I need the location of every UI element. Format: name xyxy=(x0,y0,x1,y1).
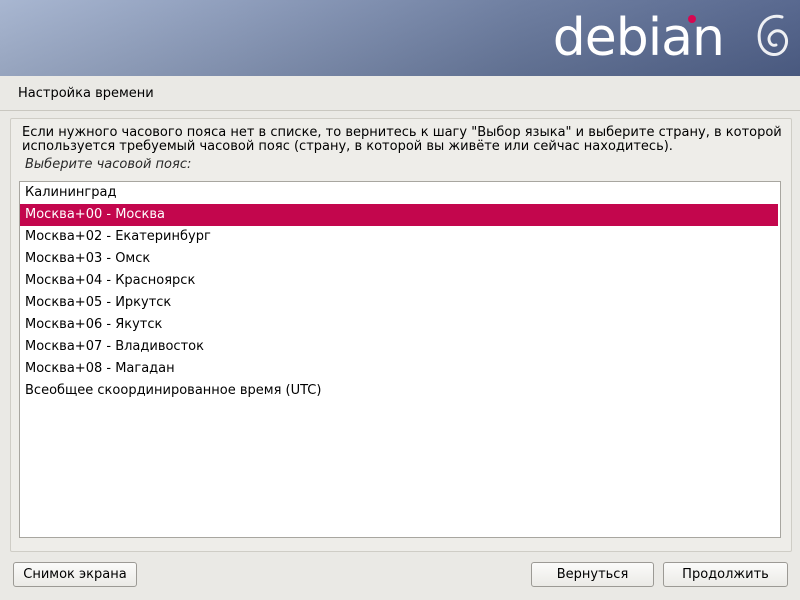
list-item[interactable]: Москва+03 - Омск xyxy=(20,248,778,270)
main-panel: Если нужного часового пояса нет в списке… xyxy=(10,118,792,552)
list-item[interactable]: Москва+06 - Якутск xyxy=(20,314,778,336)
list-item[interactable]: Москва+02 - Екатеринбург xyxy=(20,226,778,248)
list-item[interactable]: Москва+08 - Магадан xyxy=(20,358,778,380)
debian-logo-text: debian xyxy=(552,8,725,68)
debian-swirl-icon xyxy=(757,14,789,56)
info-text: Если нужного часового пояса нет в списке… xyxy=(22,125,782,154)
title-divider xyxy=(0,110,800,111)
timezone-list[interactable]: Калининград Москва+00 - Москва Москва+02… xyxy=(19,181,781,538)
back-button[interactable]: Вернуться xyxy=(531,562,654,587)
list-item-selected[interactable]: Москва+00 - Москва xyxy=(20,204,778,226)
page-title: Настройка времени xyxy=(18,86,154,101)
list-item[interactable]: Всеобщее скоординированное время (UTC) xyxy=(20,380,778,402)
logo-accent-dot xyxy=(688,15,696,23)
timezone-prompt: Выберите часовой пояс: xyxy=(25,157,192,172)
list-item[interactable]: Москва+05 - Иркутск xyxy=(20,292,778,314)
list-item[interactable]: Москва+04 - Красноярск xyxy=(20,270,778,292)
continue-button[interactable]: Продолжить xyxy=(663,562,788,587)
header-banner: debian xyxy=(0,0,800,76)
list-item[interactable]: Калининград xyxy=(20,182,778,204)
list-item[interactable]: Москва+07 - Владивосток xyxy=(20,336,778,358)
screenshot-button[interactable]: Снимок экрана xyxy=(13,562,137,587)
